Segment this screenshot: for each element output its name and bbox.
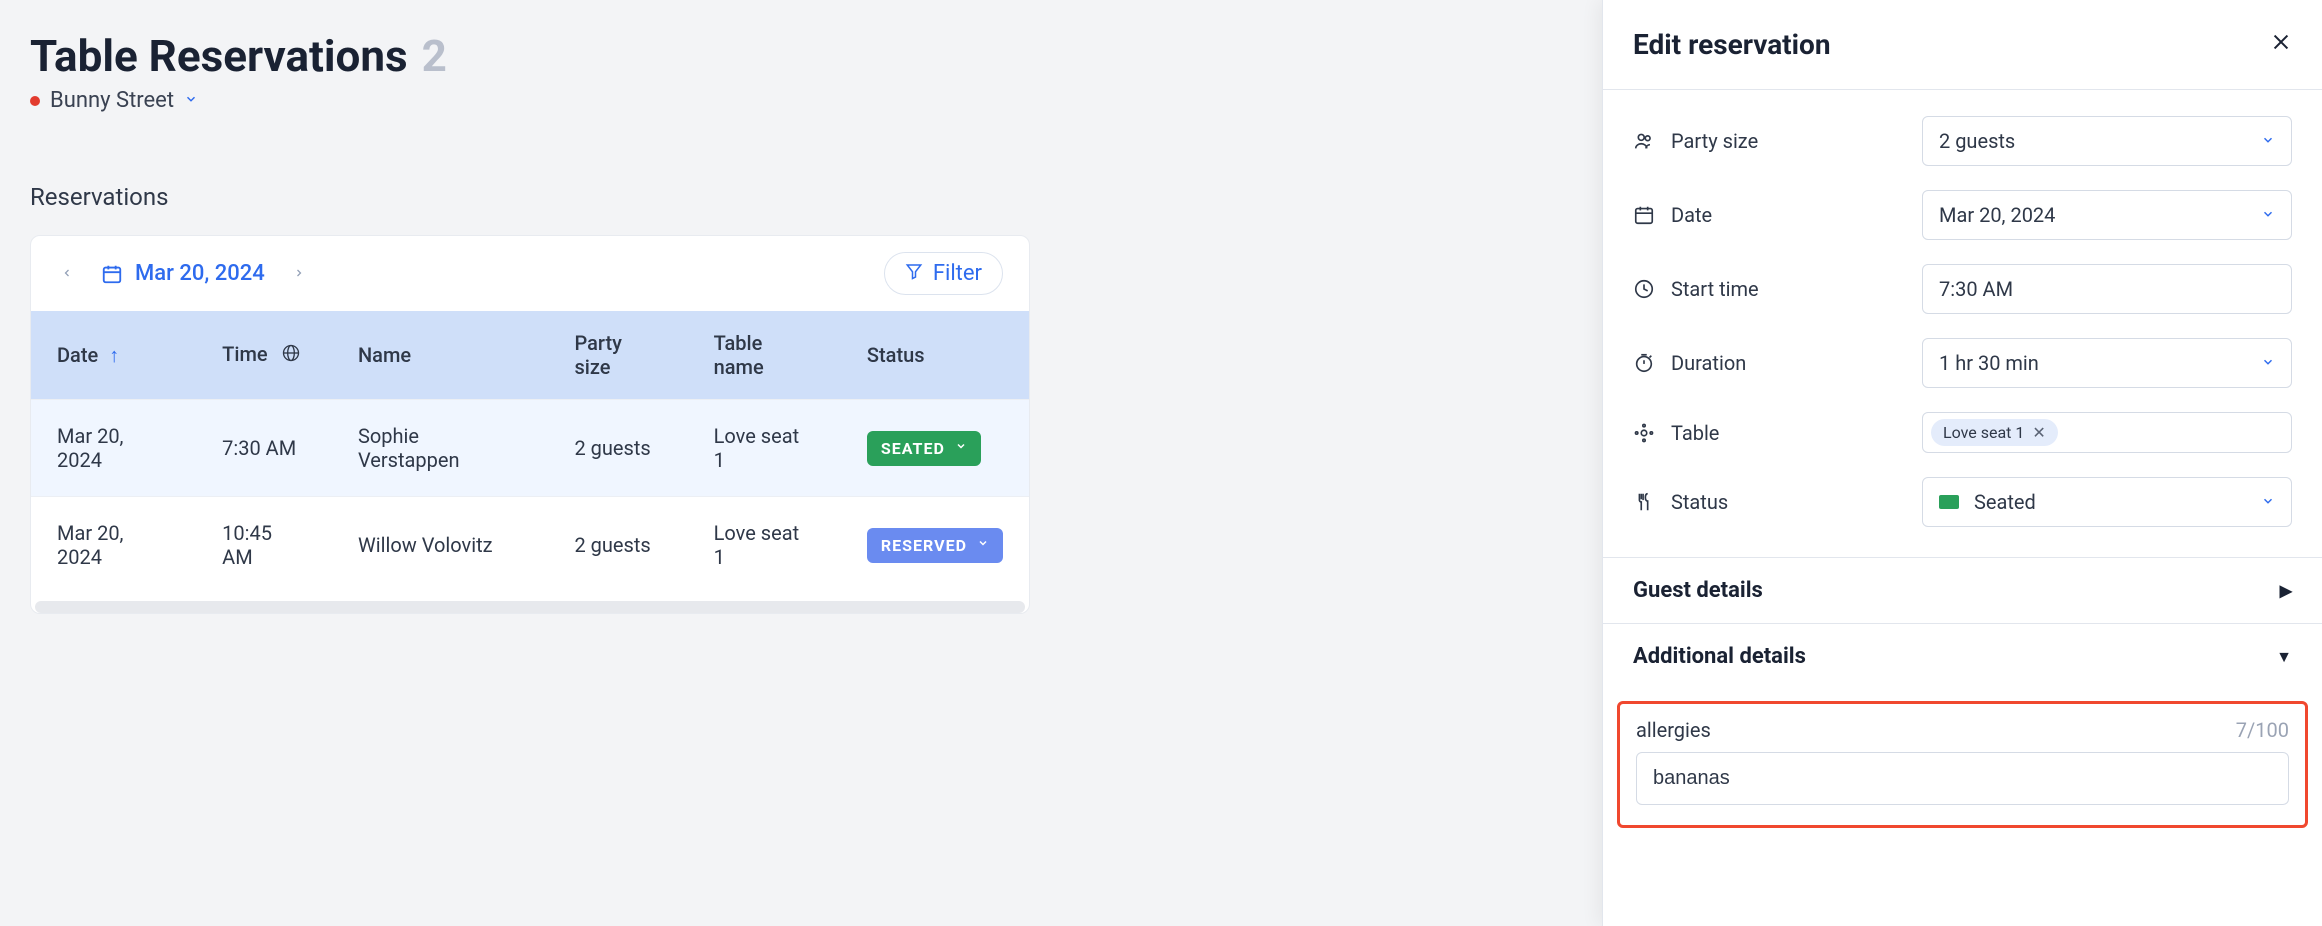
status-badge-label: RESERVED xyxy=(881,536,967,555)
location-status-dot xyxy=(30,96,40,106)
table-cell: Mar 20, 2024 xyxy=(31,400,196,497)
start-time-value: 7:30 AM xyxy=(1939,277,2013,301)
guest-details-label: Guest details xyxy=(1633,578,1763,603)
table-chip: Love seat 1 ✕ xyxy=(1931,419,2058,446)
prev-day-button[interactable] xyxy=(57,258,77,289)
edit-reservation-panel: Edit reservation Party size 2 guests xyxy=(1602,0,2322,926)
col-header-time[interactable]: Time xyxy=(196,311,332,400)
reservation-count: 2 xyxy=(422,30,447,82)
additional-details-accordion[interactable]: Additional details ▼ xyxy=(1603,624,2322,689)
location-selector[interactable]: Bunny Street xyxy=(30,88,1030,113)
remove-chip-button[interactable]: ✕ xyxy=(2032,423,2045,442)
calendar-icon xyxy=(101,263,123,285)
table-cell: 2 guests xyxy=(548,497,687,594)
table-cell: 7:30 AM xyxy=(196,400,332,497)
stopwatch-icon xyxy=(1633,352,1655,374)
table-chip-input[interactable]: Love seat 1 ✕ xyxy=(1922,412,2292,453)
filter-button[interactable]: Filter xyxy=(884,252,1003,295)
chevron-down-icon xyxy=(2261,206,2275,225)
reservations-table: Date ↑ Time Name Party size Table name S… xyxy=(31,311,1029,593)
status-badge[interactable]: RESERVED xyxy=(867,528,1003,563)
date-picker-label: Mar 20, 2024 xyxy=(135,261,265,286)
col-header-table[interactable]: Table name xyxy=(688,311,841,400)
additional-field-name: allergies xyxy=(1636,718,1711,742)
duration-label: Duration xyxy=(1671,351,1746,375)
char-counter: 7/100 xyxy=(2236,718,2289,742)
status-select[interactable]: Seated xyxy=(1922,477,2292,527)
col-header-party[interactable]: Party size xyxy=(548,311,687,400)
allergies-input[interactable] xyxy=(1636,752,2289,805)
table-row[interactable]: Mar 20, 20247:30 AMSophie Verstappen2 gu… xyxy=(31,400,1029,497)
col-header-date[interactable]: Date ↑ xyxy=(31,311,196,400)
table-chip-label: Love seat 1 xyxy=(1943,423,2024,442)
clock-icon xyxy=(1633,278,1655,300)
close-panel-button[interactable] xyxy=(2270,30,2292,60)
horizontal-scrollbar[interactable] xyxy=(35,601,1025,613)
date-value: Mar 20, 2024 xyxy=(1939,203,2055,227)
table-cell: Willow Volovitz xyxy=(332,497,548,594)
table-cell: Sophie Verstappen xyxy=(332,400,548,497)
location-name: Bunny Street xyxy=(50,88,174,113)
status-badge[interactable]: SEATED xyxy=(867,431,981,466)
panel-title: Edit reservation xyxy=(1633,28,1831,61)
page-title: Table Reservations xyxy=(30,30,408,82)
chevron-down-icon xyxy=(955,440,967,456)
date-label: Date xyxy=(1671,203,1712,227)
table-cell: Mar 20, 2024 xyxy=(31,497,196,594)
table-icon xyxy=(1633,422,1655,444)
party-size-value: 2 guests xyxy=(1939,129,2015,153)
date-picker-button[interactable]: Mar 20, 2024 xyxy=(101,261,265,286)
party-icon xyxy=(1633,130,1655,152)
chevron-down-icon xyxy=(977,537,989,553)
chevron-down-icon xyxy=(2261,132,2275,151)
globe-icon xyxy=(281,344,301,368)
filter-label: Filter xyxy=(933,261,982,286)
next-day-button[interactable] xyxy=(289,258,309,289)
status-field-label: Status xyxy=(1671,490,1728,514)
start-time-input[interactable]: 7:30 AM xyxy=(1922,264,2292,314)
triangle-down-icon: ▼ xyxy=(2276,647,2292,667)
date-select[interactable]: Mar 20, 2024 xyxy=(1922,190,2292,240)
additional-details-label: Additional details xyxy=(1633,644,1806,669)
status-color-swatch xyxy=(1939,495,1959,509)
filter-icon xyxy=(905,261,923,286)
table-cell-status: RESERVED xyxy=(841,497,1029,594)
chevron-down-icon xyxy=(184,91,198,110)
table-row[interactable]: Mar 20, 202410:45 AMWillow Volovitz2 gue… xyxy=(31,497,1029,594)
chevron-down-icon xyxy=(2261,493,2275,512)
col-header-status[interactable]: Status xyxy=(841,311,1029,400)
col-header-name[interactable]: Name xyxy=(332,311,548,400)
start-time-label: Start time xyxy=(1671,277,1759,301)
table-cell-status: SEATED xyxy=(841,400,1029,497)
calendar-icon xyxy=(1633,204,1655,226)
guest-details-accordion[interactable]: Guest details ▶ xyxy=(1603,558,2322,624)
sort-asc-icon: ↑ xyxy=(109,343,119,367)
table-field-label: Table xyxy=(1671,421,1719,445)
col-header-time-label: Time xyxy=(222,342,267,366)
status-value: Seated xyxy=(1974,490,2036,514)
duration-value: 1 hr 30 min xyxy=(1939,351,2039,375)
reservations-card: Mar 20, 2024 Filter Date ↑ xyxy=(30,235,1030,614)
party-size-select[interactable]: 2 guests xyxy=(1922,116,2292,166)
party-size-label: Party size xyxy=(1671,129,1758,153)
duration-select[interactable]: 1 hr 30 min xyxy=(1922,338,2292,388)
table-cell: 2 guests xyxy=(548,400,687,497)
table-cell: 10:45 AM xyxy=(196,497,332,594)
triangle-right-icon: ▶ xyxy=(2280,581,2292,600)
additional-details-highlight: allergies 7/100 xyxy=(1617,701,2308,828)
status-badge-label: SEATED xyxy=(881,439,945,458)
cutlery-icon xyxy=(1633,491,1655,513)
section-label-reservations: Reservations xyxy=(30,183,1030,211)
col-header-date-label: Date xyxy=(57,343,98,367)
table-cell: Love seat 1 xyxy=(688,497,841,594)
table-cell: Love seat 1 xyxy=(688,400,841,497)
chevron-down-icon xyxy=(2261,354,2275,373)
